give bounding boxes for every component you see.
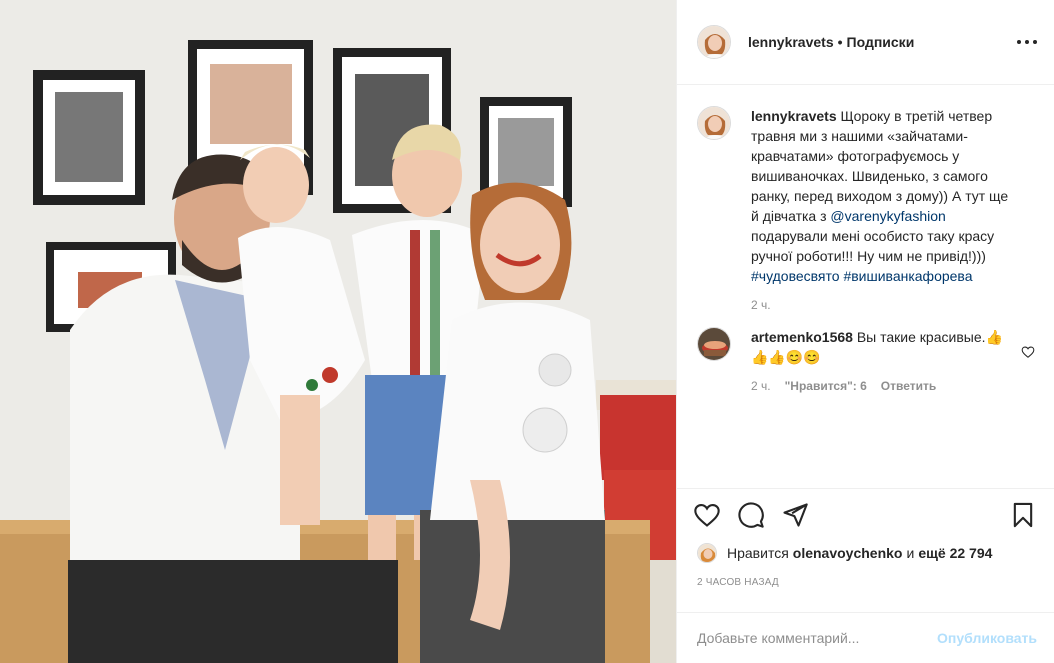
author-username[interactable]: lennykravets [748, 34, 834, 50]
comment-likes-count[interactable]: "Нравится": 6 [785, 378, 867, 394]
comment-input[interactable] [697, 630, 938, 646]
more-options-icon[interactable] [1017, 32, 1037, 52]
liked-prefix: Нравится [727, 545, 789, 561]
reply-button[interactable]: Ответить [881, 378, 936, 394]
comment-bubble-icon[interactable] [737, 501, 765, 529]
add-comment-bar: Опубликовать [677, 612, 1054, 663]
post-header: lennykravets • Подписки [677, 0, 1054, 85]
post-photo[interactable] [0, 0, 676, 663]
author-avatar[interactable] [697, 25, 731, 59]
caption-body: lennykravets Щороку в третій четвер трав… [751, 106, 1017, 313]
hashtag-link[interactable]: #вишиванкафорева [843, 268, 972, 284]
family-photo-illustration [0, 0, 676, 663]
caption-username[interactable]: lennykravets [751, 108, 837, 124]
caption-author-avatar[interactable] [697, 106, 731, 140]
commenter-username[interactable]: artemenko1568 [751, 329, 853, 345]
likes-count-button[interactable]: ещё 22 794 [918, 545, 992, 561]
likes-summary: Нравится olenavoychenko и ещё 22 794 [697, 543, 996, 563]
post-actions: Нравится olenavoychenko и ещё 22 794 2 Ч… [677, 488, 1054, 612]
post-timestamp[interactable]: 2 ЧАСОВ НАЗАД [697, 577, 779, 588]
caption-text: Щороку в третій четвер травня ми з нашим… [751, 108, 1009, 224]
instagram-post: lennykravets • Подписки lennykravets Щор… [0, 0, 1054, 663]
like-heart-icon[interactable] [693, 501, 721, 529]
liker-avatar[interactable] [697, 543, 717, 563]
caption-mention-link[interactable]: @varenykyfashion [830, 208, 945, 224]
publish-button[interactable]: Опубликовать [937, 630, 1037, 646]
caption: lennykravets Щороку в третій четвер трав… [697, 106, 1037, 313]
liked-username[interactable]: olenavoychenko [793, 545, 903, 561]
action-icons [693, 501, 809, 529]
comment-item: artemenko1568 Вы такие красивые.👍👍👍😊😊 2 … [697, 327, 1037, 394]
commenter-avatar[interactable] [697, 327, 731, 361]
save-bookmark-icon[interactable] [1009, 501, 1037, 529]
caption-text-2: подарували мені особисто таку красу ручн… [751, 228, 995, 264]
liked-conjunction: и [906, 545, 915, 561]
comment-meta: 2 ч. "Нравится": 6 Ответить [751, 378, 1017, 394]
like-comment-heart-icon[interactable] [1021, 345, 1035, 359]
comments-list[interactable]: lennykravets Щороку в третій четвер трав… [677, 86, 1054, 488]
caption-time[interactable]: 2 ч. [751, 297, 771, 313]
share-send-icon[interactable] [781, 501, 809, 529]
post-side-panel: lennykravets • Подписки lennykravets Щор… [676, 0, 1054, 663]
comment-body: artemenko1568 Вы такие красивые.👍👍👍😊😊 2 … [751, 327, 1017, 394]
following-button[interactable]: Подписки [847, 34, 915, 50]
comment-time[interactable]: 2 ч. [751, 378, 771, 394]
caption-meta: 2 ч. [751, 297, 1017, 313]
separator-dot: • [837, 34, 843, 50]
hashtag-link[interactable]: #чудовесвято [751, 268, 840, 284]
